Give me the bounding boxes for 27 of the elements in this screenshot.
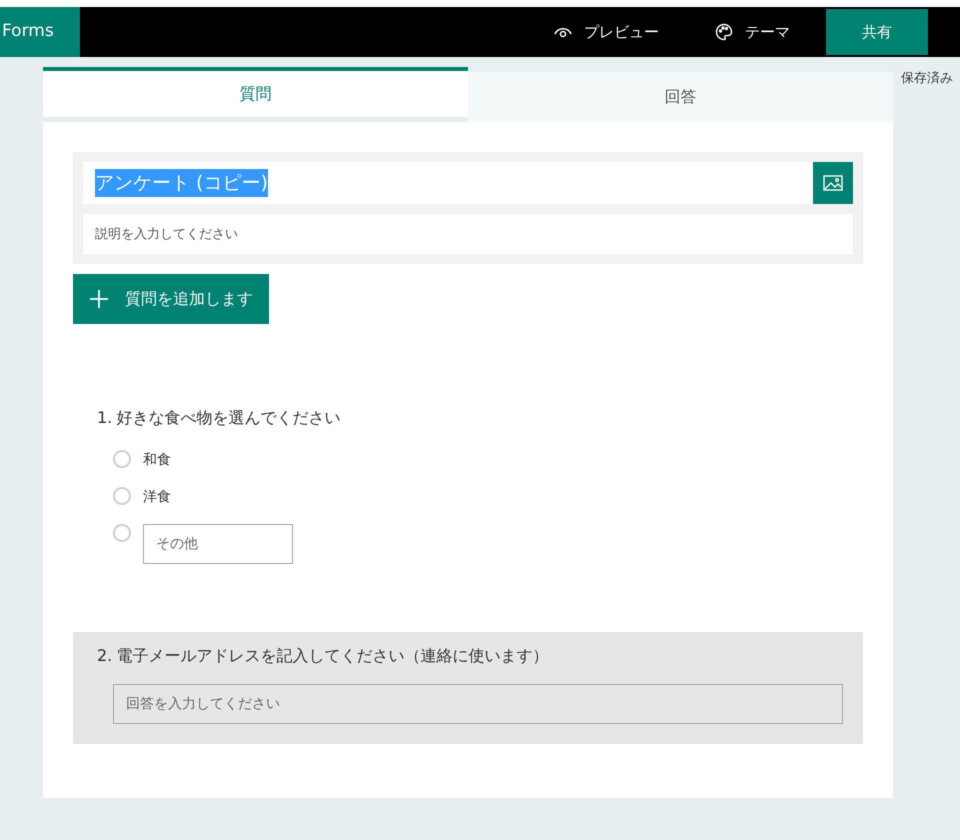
preview-button[interactable]: プレビュー: [542, 7, 671, 57]
radio-button[interactable]: [113, 524, 131, 542]
answer-field[interactable]: 回答を入力してください: [113, 684, 843, 724]
description-field[interactable]: 説明を入力してください: [83, 214, 853, 254]
share-button[interactable]: 共有: [826, 9, 928, 55]
eye-icon: [554, 25, 572, 39]
plus-icon: [89, 289, 109, 309]
palette-icon: [715, 23, 733, 41]
question-text: 電子メールアドレスを記入してください（連絡に使います）: [116, 645, 548, 667]
question-text: 好きな食べ物を選んでください: [116, 407, 340, 429]
radio-button[interactable]: [113, 450, 131, 468]
radio-button[interactable]: [113, 487, 131, 505]
tab[interactable]: 質問: [43, 67, 468, 117]
image-icon: [823, 175, 843, 191]
add-question-button[interactable]: 質問を追加します: [73, 274, 269, 324]
other-option-field[interactable]: その他: [143, 524, 293, 564]
question-number: 1.: [97, 407, 112, 429]
option-label: 洋食: [143, 488, 171, 507]
question-card[interactable]: 2. 電子メールアドレスを記入してください（連絡に使います） 回答を入力してください: [73, 632, 863, 744]
app-name: Forms: [0, 7, 80, 57]
tab[interactable]: 回答: [468, 72, 893, 122]
option-label: 和食: [143, 451, 171, 470]
title-text: アンケート (コピー): [95, 168, 268, 198]
save-status: 保存済み: [901, 70, 953, 88]
insert-image-button[interactable]: [813, 162, 853, 204]
question-number: 2.: [97, 645, 112, 667]
theme-button[interactable]: テーマ: [703, 7, 802, 57]
